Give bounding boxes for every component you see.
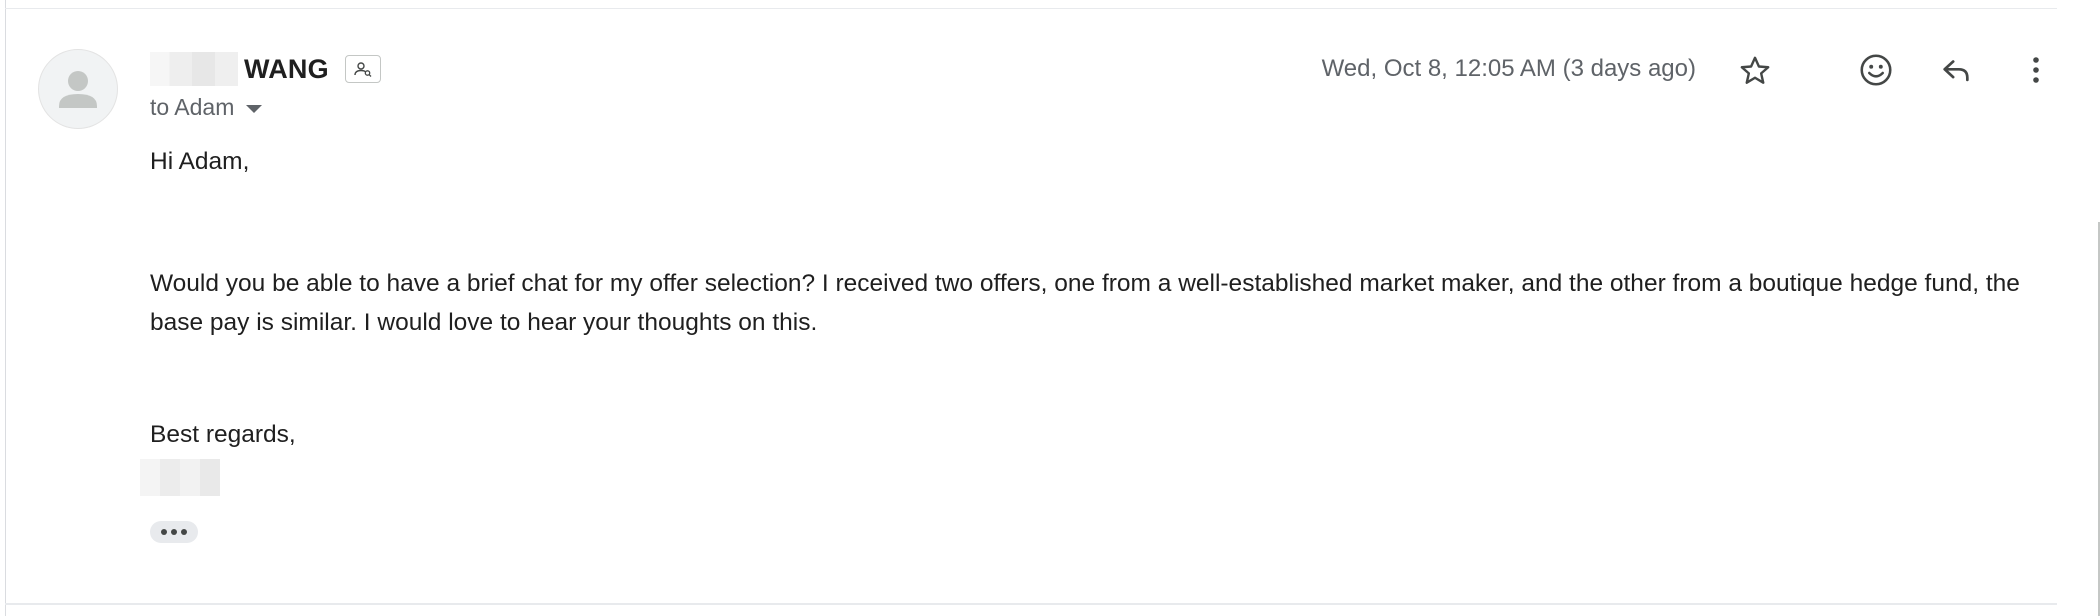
star-button[interactable] (1735, 51, 1775, 91)
email-message-view: WANG to Adam Wed, Oct 8, 12:05 AM (3 day… (0, 0, 2100, 616)
add-reaction-button[interactable] (1856, 50, 1896, 90)
ellipsis-dot (181, 529, 187, 535)
person-icon (59, 71, 97, 108)
chevron-down-icon (246, 104, 263, 113)
emoji-smile-icon (1860, 54, 1892, 86)
more-options-button[interactable] (2016, 50, 2056, 90)
ellipsis-dot (171, 529, 177, 535)
reply-icon (1943, 60, 1969, 82)
email-closing: Best regards, (150, 421, 296, 448)
email-date: Wed, Oct 8, 12:05 AM (3 days ago) (1321, 55, 1696, 82)
more-vertical-icon (2033, 57, 2039, 83)
email-body-paragraph: Would you be able to have a brief chat f… (150, 270, 2020, 336)
sender-name[interactable]: WANG (244, 54, 329, 85)
star-icon (1740, 56, 1770, 84)
recipient-line: to Adam (150, 94, 235, 120)
contact-details-button[interactable] (344, 55, 381, 83)
bottom-divider (5, 603, 2057, 605)
ellipsis-icon (161, 529, 167, 535)
recipient-details-toggle[interactable]: to Adam (150, 94, 263, 121)
sender-avatar[interactable] (38, 49, 118, 129)
email-greeting: Hi Adam, (150, 148, 250, 175)
contact-card-icon (354, 62, 372, 77)
sender-name-redacted (150, 52, 238, 86)
signature-redacted (140, 459, 220, 496)
panel-left-border (5, 0, 6, 616)
reply-button[interactable] (1936, 50, 1976, 90)
top-divider (5, 8, 2057, 9)
sender-row: WANG (150, 52, 381, 86)
show-trimmed-content-button[interactable] (150, 521, 198, 543)
